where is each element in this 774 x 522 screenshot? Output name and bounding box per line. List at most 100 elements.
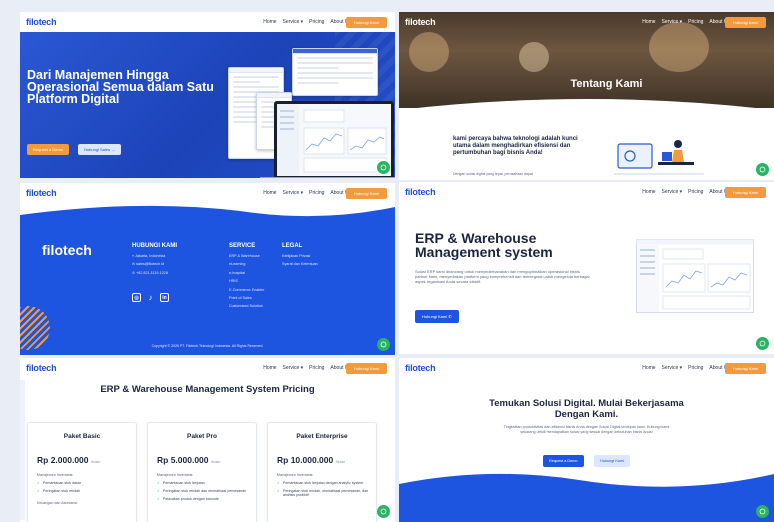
nav-menu: Home Service ▾ Pricing About Us: [642, 365, 730, 371]
nav-cta-button[interactable]: Hubungi Kami: [345, 363, 387, 374]
footer-link-ehospital[interactable]: e-hospital: [229, 271, 264, 275]
nav-item-service[interactable]: Service ▾: [662, 365, 683, 371]
request-demo-button[interactable]: Request a Demo: [27, 144, 70, 155]
request-demo-button[interactable]: Request a Demo: [543, 455, 584, 467]
whatsapp-icon[interactable]: [377, 505, 390, 518]
nav-item-pricing[interactable]: Pricing: [309, 19, 324, 25]
check-icon: ✓: [157, 489, 161, 493]
brand-logo[interactable]: filotech: [26, 17, 57, 27]
nav-item-home[interactable]: Home: [642, 189, 655, 195]
brand-logo[interactable]: filotech: [405, 363, 436, 373]
copyright-text: Copyright © 2025 PT. Filotech Teknologi …: [151, 344, 264, 348]
plan-feature: ✓ Peringatan stok rendah: [37, 489, 81, 493]
erp-contact-button[interactable]: Hubungi Kami ✆: [415, 310, 459, 323]
footer-contact-heading: HUBUNGI KAMI: [132, 243, 177, 249]
nav-item-service[interactable]: Service ▾: [662, 19, 683, 25]
plan-section: Manajemen Inventaris:: [37, 473, 74, 477]
nav-item-home[interactable]: Home: [642, 365, 655, 371]
check-icon: ✓: [277, 481, 281, 485]
hero-panel: filotech Home Service ▾ Pricing About Us…: [20, 12, 395, 178]
cta-wave: [399, 473, 774, 522]
instagram-icon[interactable]: ◎: [132, 293, 141, 302]
nav-cta-button[interactable]: Hubungi Kami: [345, 17, 387, 28]
check-icon: ✓: [157, 497, 161, 501]
nav-item-pricing[interactable]: Pricing: [688, 189, 703, 195]
nav-item-home[interactable]: Home: [263, 365, 276, 371]
whatsapp-icon[interactable]: [377, 161, 390, 174]
linkedin-icon[interactable]: in: [160, 293, 169, 302]
navbar: filotech Home Service ▾ Pricing About Us…: [399, 358, 774, 378]
footer-link-terms[interactable]: Syarat dan Ketentuan: [282, 262, 318, 266]
pricing-panel: filotech Home Service ▾ Pricing About Us…: [20, 358, 395, 522]
pricing-card-enterprise[interactable]: Paket Enterprise Rp 10.000.000 /bulan Ma…: [267, 422, 377, 522]
phone-item[interactable]: ✆ +62 821-1119-1228: [132, 271, 177, 275]
plan-name: Paket Enterprise: [296, 433, 348, 440]
nav-cta-button[interactable]: Hubungi Kami: [345, 188, 387, 199]
footer-link-ecommerce[interactable]: E-Commerce Enabler: [229, 288, 264, 292]
nav-item-pricing[interactable]: Pricing: [309, 190, 324, 196]
nav-item-service[interactable]: Service ▾: [283, 365, 304, 371]
nav-cta-button[interactable]: Hubungi Kami: [724, 187, 766, 198]
nav-menu: Home Service ▾ Pricing About Us: [263, 19, 351, 25]
nav-item-home[interactable]: Home: [263, 19, 276, 25]
nav-item-service[interactable]: Service ▾: [283, 19, 304, 25]
nav-item-pricing[interactable]: Pricing: [688, 19, 703, 25]
tiktok-icon[interactable]: ♪: [146, 293, 155, 302]
nav-item-home[interactable]: Home: [642, 19, 655, 25]
email-item[interactable]: ✉ sales@filotech.id: [132, 262, 177, 266]
phone-icon: ✆: [448, 314, 452, 319]
erp-title: ERP & Warehouse Management system: [415, 230, 553, 260]
footer-link-erp[interactable]: ERP & Warehouse: [229, 254, 264, 258]
nav-item-pricing[interactable]: Pricing: [309, 365, 324, 371]
brand-logo[interactable]: filotech: [26, 363, 57, 373]
whatsapp-icon[interactable]: [756, 337, 769, 350]
plan-feature: ✓ Pemantauan stok dasar: [37, 481, 81, 485]
footer-link-custom[interactable]: Customized Solution: [229, 304, 264, 308]
brand-logo[interactable]: filotech: [26, 188, 57, 198]
nav-item-service[interactable]: Service ▾: [662, 189, 683, 195]
erp-panel: filotech Home Service ▾ Pricing About Us…: [399, 182, 774, 354]
plan-section: Keuangan dan Akuntansi:: [37, 501, 78, 505]
nav-item-service[interactable]: Service ▾: [283, 190, 304, 196]
footer-link-privacy[interactable]: Kebijakan Privasi: [282, 254, 318, 258]
cta-title: Temukan Solusi Digital. Mulai Bekerjasam…: [489, 398, 684, 420]
nav-cta-button[interactable]: Hubungi Kami: [724, 363, 766, 374]
footer-link-hris[interactable]: HRIS: [229, 279, 264, 283]
nav-item-pricing[interactable]: Pricing: [688, 365, 703, 371]
footer-wave: [20, 201, 395, 217]
nav-cta-button[interactable]: Hubungi Kami: [724, 17, 766, 28]
contact-sales-button[interactable]: Hubungi Sales →: [78, 144, 122, 155]
plan-price: Rp 5.000.000 /bulan: [157, 455, 221, 465]
about-subtext: Dengan solusi digital yang tepat, perusa…: [453, 172, 533, 176]
dashboard-mockup-table: [292, 48, 378, 96]
plan-price: Rp 2.000.000 /bulan: [37, 455, 101, 465]
brand-logo[interactable]: filotech: [405, 187, 436, 197]
footer-link-pos[interactable]: Point of Sales: [229, 296, 264, 300]
nav-item-home[interactable]: Home: [263, 190, 276, 196]
whatsapp-icon[interactable]: [756, 505, 769, 518]
pricing-card-basic[interactable]: Paket Basic Rp 2.000.000 /bulan Manajeme…: [27, 422, 137, 522]
whatsapp-icon[interactable]: [377, 338, 390, 351]
location-item[interactable]: ⌖ Jakarta, Indonesia: [132, 254, 177, 258]
contact-us-button[interactable]: Hubungi Kami: [594, 455, 630, 467]
pricing-title: ERP & Warehouse Management System Pricin…: [100, 384, 315, 395]
about-title: Tentang Kami: [570, 78, 643, 90]
laptop-screen-dashboard: [277, 104, 387, 176]
plan-feature: ✓ Pemantauan stok lanjutan: [157, 481, 205, 485]
plan-name: Paket Basic: [63, 433, 101, 440]
footer-logo: filotech: [42, 242, 92, 258]
plan-section: Manajemen Inventaris:: [277, 473, 314, 477]
side-strip: [20, 380, 25, 520]
footer-link-elearning[interactable]: eLearning: [229, 262, 264, 266]
check-icon: ✓: [277, 489, 281, 493]
footer-contact: HUBUNGI KAMI ⌖ Jakarta, Indonesia ✉ sale…: [132, 243, 177, 279]
about-illustration: [614, 140, 704, 175]
whatsapp-icon[interactable]: [756, 163, 769, 176]
footer-panel: filotech Home Service ▾ Pricing About Us…: [20, 183, 395, 355]
pricing-card-pro[interactable]: Paket Pro Rp 5.000.000 /bulan Manajemen …: [147, 422, 257, 522]
footer-service: SERVICE ERP & Warehouse eLearning e-hosp…: [229, 243, 264, 313]
about-text: kami percaya bahwa teknologi adalah kunc…: [453, 136, 578, 156]
check-icon: ✓: [157, 481, 161, 485]
plan-feature: ✓ Peringatan stok rendah dan otomatisasi …: [157, 489, 247, 493]
brand-logo[interactable]: filotech: [405, 17, 436, 27]
